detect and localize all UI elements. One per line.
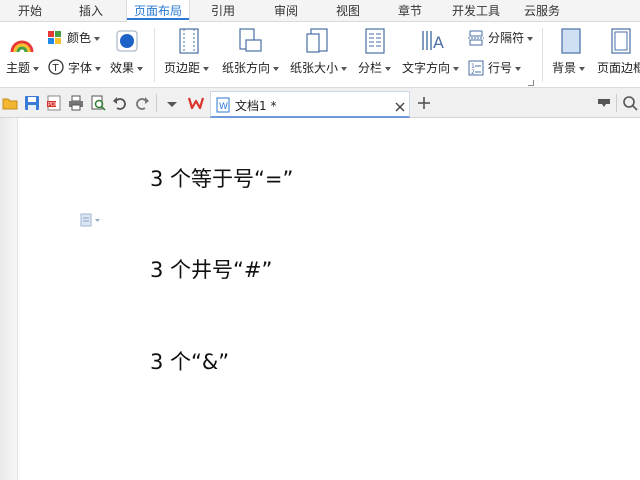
- tab-home[interactable]: 开始: [4, 0, 56, 22]
- toolbar-separator: [156, 94, 157, 112]
- tab-developer[interactable]: 开发工具: [444, 0, 508, 22]
- tab-review[interactable]: 审阅: [258, 0, 314, 22]
- print-preview-icon[interactable]: [90, 95, 106, 111]
- document-line[interactable]: 3 个“&”: [150, 346, 229, 376]
- document-line[interactable]: 3 个井号“#”: [150, 254, 272, 284]
- redo-icon[interactable]: [134, 95, 150, 111]
- new-tab-plus-icon[interactable]: [416, 95, 432, 111]
- svg-text:PDF: PDF: [48, 102, 58, 108]
- svg-text:A: A: [433, 33, 444, 52]
- page-margin-shadow: [0, 118, 18, 480]
- tab-page-layout[interactable]: 页面布局: [126, 0, 190, 23]
- undo-icon[interactable]: [112, 95, 128, 111]
- columns-button[interactable]: 分栏: [358, 60, 392, 76]
- theme-button[interactable]: 主题: [6, 60, 40, 76]
- inbox-icon[interactable]: [596, 95, 612, 111]
- dialog-launcher-icon[interactable]: [528, 80, 534, 86]
- margins-button[interactable]: 页边距: [164, 60, 210, 76]
- breaks-button[interactable]: 分隔符: [488, 30, 534, 46]
- margins-icon[interactable]: [177, 28, 201, 54]
- ribbon-separator: [542, 28, 543, 82]
- background-button[interactable]: 背景: [552, 60, 586, 76]
- orientation-icon[interactable]: [237, 28, 263, 54]
- orientation-button[interactable]: 纸张方向: [222, 60, 280, 76]
- paper-size-button[interactable]: 纸张大小: [290, 60, 348, 76]
- document-page[interactable]: [0, 118, 640, 480]
- wps-logo-icon[interactable]: [187, 95, 205, 111]
- tab-insert[interactable]: 插入: [64, 0, 118, 22]
- chevron-down-icon[interactable]: [164, 97, 180, 113]
- ribbon: 主题 颜色 T 字体 效果 页边距 纸张方向 纸张大小 分栏 A 文字方向 分隔…: [0, 22, 640, 88]
- save-icon[interactable]: [24, 95, 40, 111]
- tab-section[interactable]: 章节: [382, 0, 438, 22]
- ribbon-separator: [154, 28, 155, 82]
- open-folder-icon[interactable]: [2, 95, 18, 111]
- svg-text:W: W: [219, 102, 228, 112]
- search-icon[interactable]: [622, 95, 638, 111]
- columns-icon[interactable]: [364, 28, 386, 54]
- document-line[interactable]: 3 个等于号“=”: [150, 163, 293, 193]
- menu-bar: 开始 插入 页面布局 引用 审阅 视图 章节 开发工具 云服务: [0, 0, 640, 23]
- page-border-icon[interactable]: [610, 28, 632, 54]
- text-direction-icon[interactable]: A: [420, 28, 446, 54]
- color-palette-icon: [48, 30, 62, 44]
- toolbar-separator: [616, 94, 617, 112]
- background-icon[interactable]: [560, 28, 582, 54]
- font-button[interactable]: 字体: [68, 60, 102, 76]
- close-icon[interactable]: [394, 98, 406, 112]
- effect-icon[interactable]: [116, 30, 138, 52]
- breaks-icon: [468, 30, 484, 46]
- paragraph-menu-icon[interactable]: [80, 212, 104, 227]
- svg-text:2: 2: [471, 69, 475, 76]
- document-tab-title: 文档1 *: [235, 99, 277, 113]
- document-tab[interactable]: W 文档1 *: [210, 91, 410, 118]
- tab-cloud[interactable]: 云服务: [514, 0, 570, 22]
- text-direction-button[interactable]: 文字方向: [402, 60, 460, 76]
- tab-view[interactable]: 视图: [320, 0, 376, 22]
- page-border-button[interactable]: 页面边框: [597, 60, 640, 76]
- quick-access-toolbar: PDF W 文档1 *: [0, 88, 640, 118]
- word-document-icon: W: [216, 97, 230, 113]
- line-numbers-button[interactable]: 行号: [488, 60, 522, 76]
- tab-references[interactable]: 引用: [196, 0, 250, 22]
- svg-text:T: T: [52, 63, 60, 74]
- font-icon: T: [48, 59, 64, 75]
- paper-size-icon[interactable]: [306, 28, 330, 54]
- print-icon[interactable]: [68, 95, 84, 111]
- effect-button[interactable]: 效果: [110, 60, 144, 76]
- line-numbers-icon: 12: [468, 60, 484, 76]
- theme-icon[interactable]: [10, 32, 34, 56]
- color-button[interactable]: 颜色: [67, 30, 101, 46]
- export-pdf-icon[interactable]: PDF: [46, 95, 62, 111]
